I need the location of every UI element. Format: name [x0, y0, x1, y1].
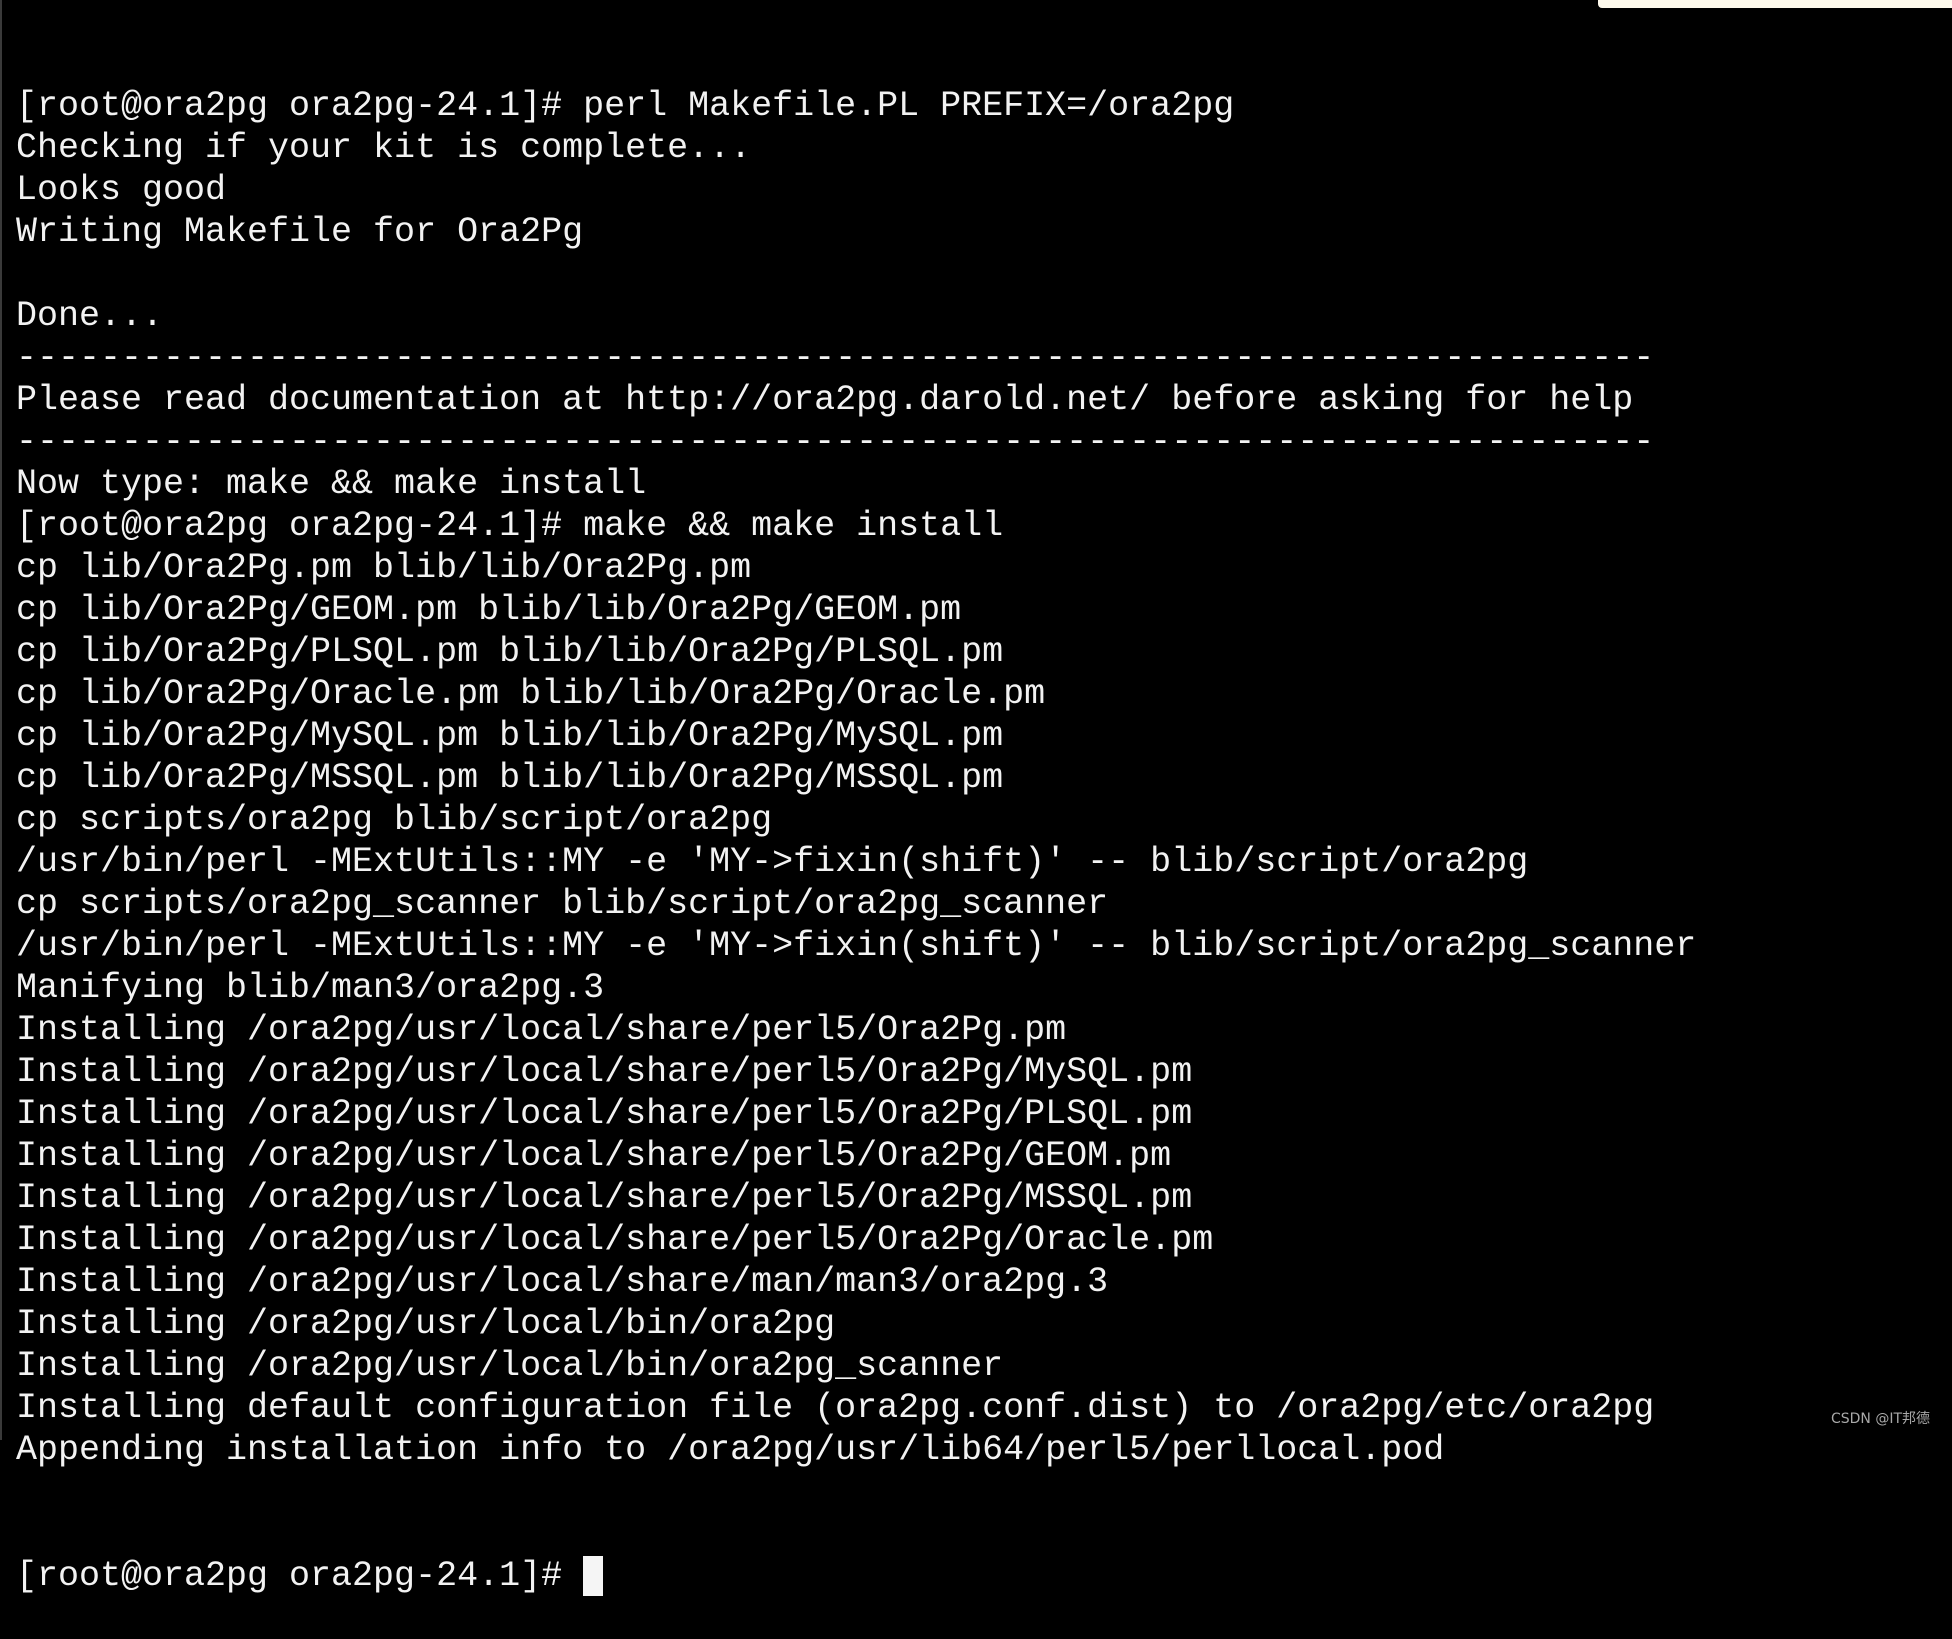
shell-prompt: [root@ora2pg ora2pg-24.1]#: [16, 1556, 584, 1596]
terminal-line: /usr/bin/perl -MExtUtils::MY -e 'MY->fix…: [16, 842, 1529, 882]
terminal-line: Installing /ora2pg/usr/local/share/perl5…: [16, 1220, 1214, 1260]
terminal-line: Installing default configuration file (o…: [16, 1388, 1655, 1428]
terminal-line: cp lib/Ora2Pg.pm blib/lib/Ora2Pg.pm: [16, 548, 752, 588]
terminal-line: Now type: make && make install: [16, 464, 647, 504]
terminal-line: cp scripts/ora2pg_scanner blib/script/or…: [16, 884, 1109, 924]
terminal-line: cp lib/Ora2Pg/PLSQL.pm blib/lib/Ora2Pg/P…: [16, 632, 1004, 672]
terminal-line: Please read documentation at http://ora2…: [16, 380, 1634, 420]
terminal-line: ----------------------------------------…: [16, 338, 1655, 378]
terminal-line: Appending installation info to /ora2pg/u…: [16, 1430, 1445, 1470]
terminal-line: ----------------------------------------…: [16, 422, 1655, 462]
terminal-line: Installing /ora2pg/usr/local/bin/ora2pg_…: [16, 1346, 1004, 1386]
terminal-line: Manifying blib/man3/ora2pg.3: [16, 968, 605, 1008]
terminal-line: cp lib/Ora2Pg/MySQL.pm blib/lib/Ora2Pg/M…: [16, 716, 1004, 756]
terminal-line: Checking if your kit is complete...: [16, 128, 752, 168]
terminal-line: /usr/bin/perl -MExtUtils::MY -e 'MY->fix…: [16, 926, 1697, 966]
terminal-line: Installing /ora2pg/usr/local/share/man/m…: [16, 1262, 1109, 1302]
terminal-line: Installing /ora2pg/usr/local/share/perl5…: [16, 1136, 1172, 1176]
terminal-line: Installing /ora2pg/usr/local/share/perl5…: [16, 1178, 1193, 1218]
terminal-line: Installing /ora2pg/usr/local/share/perl5…: [16, 1052, 1193, 1092]
terminal-line: Looks good: [16, 170, 227, 210]
terminal-line: cp lib/Ora2Pg/GEOM.pm blib/lib/Ora2Pg/GE…: [16, 590, 962, 630]
terminal-line: cp lib/Ora2Pg/MSSQL.pm blib/lib/Ora2Pg/M…: [16, 758, 1004, 798]
text-cursor: [583, 1556, 604, 1596]
terminal-line: [root@ora2pg ora2pg-24.1]# perl Makefile…: [16, 86, 1235, 126]
window-edge: [0, 0, 2, 1440]
terminal-output[interactable]: [root@ora2pg ora2pg-24.1]# perl Makefile…: [16, 1, 1696, 1639]
terminal-lines: [root@ora2pg ora2pg-24.1]# perl Makefile…: [16, 85, 1696, 1471]
terminal-line: Done...: [16, 296, 164, 336]
watermark: CSDN @IT邦德: [1830, 1411, 1930, 1427]
terminal-line: Installing /ora2pg/usr/local/bin/ora2pg: [16, 1304, 836, 1344]
terminal-line: [root@ora2pg ora2pg-24.1]# make && make …: [16, 506, 1004, 546]
terminal-line: Installing /ora2pg/usr/local/share/perl5…: [16, 1094, 1193, 1134]
terminal-line: cp lib/Ora2Pg/Oracle.pm blib/lib/Ora2Pg/…: [16, 674, 1046, 714]
terminal-line: Writing Makefile for Ora2Pg: [16, 212, 584, 252]
terminal-line: cp scripts/ora2pg blib/script/ora2pg: [16, 800, 773, 840]
terminal-prompt-line[interactable]: [root@ora2pg ora2pg-24.1]#: [16, 1555, 1696, 1597]
terminal-line: Installing /ora2pg/usr/local/share/perl5…: [16, 1010, 1067, 1050]
